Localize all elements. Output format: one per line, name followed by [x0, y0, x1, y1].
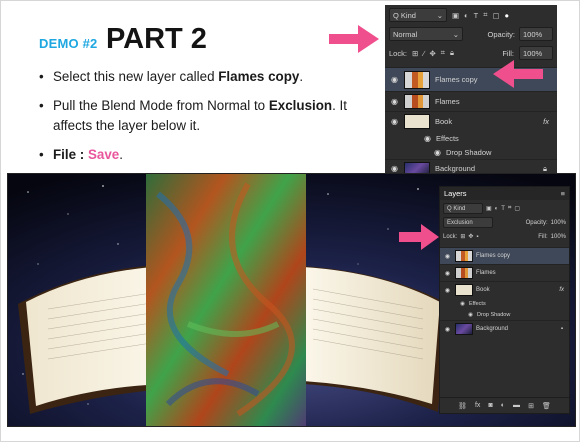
arrow-blend-mode-bottom	[399, 224, 439, 250]
arrow-blend-mode-top	[329, 25, 379, 53]
annotation-arrows	[329, 25, 543, 250]
slide: DEMO #2 PART 2 Select this new layer cal…	[0, 0, 580, 442]
arrow-flames-copy-top	[493, 60, 543, 88]
